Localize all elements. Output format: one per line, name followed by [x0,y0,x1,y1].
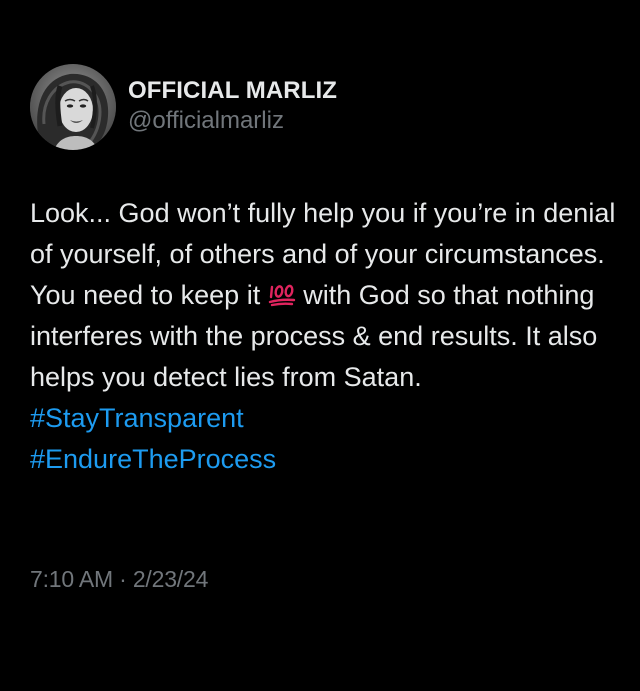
hashtag-stay-transparent[interactable]: #StayTransparent [30,398,620,439]
tweet-text: Look... God won’t fully help you if you’… [30,193,620,480]
avatar-photo-icon [30,64,116,150]
author-info: OFFICIAL MARLIZ @officialmarliz [128,76,337,136]
tweet-header: OFFICIAL MARLIZ @officialmarliz [30,64,337,150]
avatar[interactable] [30,64,116,150]
hundred-points-icon [268,284,295,307]
tweet-body: Look... God won’t fully help you if you’… [30,193,620,398]
author-handle[interactable]: @officialmarliz [128,106,337,136]
author-display-name[interactable]: OFFICIAL MARLIZ [128,76,337,106]
tweet-card: OFFICIAL MARLIZ @officialmarliz Look... … [0,0,640,691]
tweet-timestamp[interactable]: 7:10 AM · 2/23/24 [30,566,208,593]
hashtag-endure-the-process[interactable]: #EndureTheProcess [30,439,620,480]
